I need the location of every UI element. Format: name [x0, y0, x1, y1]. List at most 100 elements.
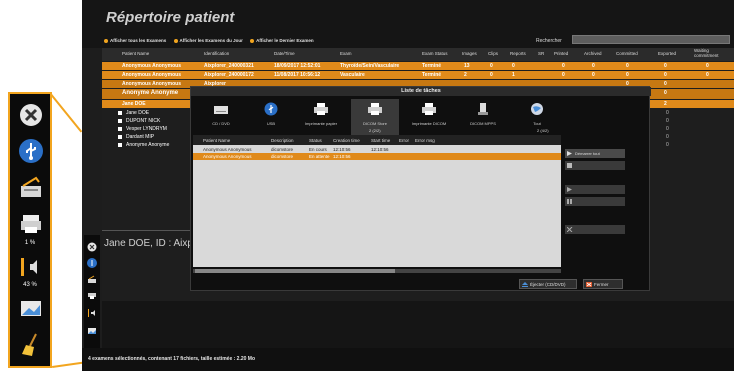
- close-icon[interactable]: [18, 102, 44, 128]
- printer-icon[interactable]: [18, 210, 44, 236]
- cell-images: 13: [464, 63, 470, 69]
- cell-patient-name: DUPONT NICK: [126, 118, 161, 124]
- checkbox-icon: [118, 119, 122, 123]
- col-exam[interactable]: Exam: [340, 51, 352, 56]
- task-patient: Anonymous Anonymous: [203, 154, 252, 159]
- pause-icon: [567, 199, 572, 204]
- usb-icon[interactable]: [87, 255, 97, 268]
- dest-paper-printer[interactable]: Imprimante papier: [297, 99, 345, 135]
- task-row[interactable]: Anonymous Anonymous dicomstore En attent…: [193, 153, 561, 160]
- dest-usb[interactable]: USB: [247, 99, 295, 135]
- task-row[interactable]: Anonymous Anonymous dicomstore En cours …: [193, 146, 561, 153]
- list-item[interactable]: Dardant MIP: [102, 133, 202, 141]
- col-datetime[interactable]: Date/Time: [274, 51, 295, 56]
- cell-patient-name: Dardant MIP: [126, 134, 155, 140]
- col-task-patient[interactable]: Patient Name: [203, 138, 230, 143]
- col-patient-name[interactable]: Patient Name: [122, 51, 149, 56]
- col-task-start[interactable]: Start time: [371, 138, 390, 143]
- list-item[interactable]: Vesper LYNDRYM: [102, 125, 202, 133]
- filter-all-exams[interactable]: Afficher tous les Examens: [104, 38, 166, 43]
- play-icon: [567, 187, 572, 192]
- col-sr[interactable]: SR: [538, 51, 544, 56]
- col-identification[interactable]: Identification: [204, 51, 229, 56]
- col-task-error-msg[interactable]: Error msg: [415, 138, 435, 143]
- eject-label: Éjecter (CD/DVD): [530, 282, 566, 287]
- cell-images: 2: [464, 72, 467, 78]
- col-exported[interactable]: Exported: [658, 51, 676, 56]
- dest-dicom-store[interactable]: DICOM Store 2 (2/2): [351, 99, 399, 135]
- usb-icon[interactable]: [18, 138, 44, 164]
- record-export-icon[interactable]: [87, 271, 97, 283]
- screen-capture-icon[interactable]: [18, 296, 44, 322]
- cell-waiting: 0: [706, 63, 709, 69]
- cell-exported: 0: [664, 90, 667, 96]
- cell-clips: 0: [490, 63, 493, 69]
- filter-today-exams[interactable]: Afficher les Examens du Jour: [173, 38, 243, 43]
- col-archived[interactable]: Archived: [584, 51, 602, 56]
- cell-exported: 0: [664, 72, 667, 78]
- cell-printed: 0: [562, 63, 565, 69]
- cell-exported: 0: [666, 142, 669, 148]
- col-task-status[interactable]: Status: [309, 138, 322, 143]
- start-button[interactable]: [565, 185, 625, 194]
- dicom-store-icon: [367, 102, 383, 116]
- table-row[interactable]: Anonymous Anonymous Aixplorer_240000172 …: [102, 71, 734, 79]
- selection-summary: 4 examens sélectionnés, contenant 17 fic…: [88, 356, 256, 362]
- cell-archived: 0: [592, 63, 595, 69]
- col-images[interactable]: Images: [462, 51, 477, 56]
- dest-dicom-mpps[interactable]: DICOM MPPS: [459, 99, 507, 135]
- status-bar: 4 examens sélectionnés, contenant 17 fic…: [82, 348, 734, 371]
- printer-icon[interactable]: [87, 287, 97, 299]
- search-label: Rechercher: [536, 38, 562, 44]
- delete-button[interactable]: [565, 225, 625, 234]
- col-task-creation[interactable]: Creation time: [333, 138, 360, 143]
- col-waiting-commitment[interactable]: Waiting commitment: [694, 48, 732, 58]
- exam-filters: Afficher tous les Examens Afficher les E…: [104, 38, 320, 43]
- col-exam-status[interactable]: Exam Status: [422, 51, 448, 56]
- cell-archived: 0: [592, 72, 595, 78]
- volume-icon[interactable]: [18, 254, 44, 280]
- cd-icon: [213, 102, 229, 116]
- col-committed[interactable]: Committed: [616, 51, 638, 56]
- cell-exported: 0: [666, 118, 669, 124]
- close-icon[interactable]: [87, 239, 97, 252]
- broom-icon[interactable]: [18, 332, 44, 358]
- scrollbar-thumb[interactable]: [195, 269, 395, 273]
- list-item[interactable]: Anonyme Anonyme: [102, 141, 202, 149]
- cell-exam: Thyroïde/Sein/Vasculaire: [340, 63, 400, 69]
- eject-button[interactable]: Éjecter (CD/DVD): [519, 279, 577, 289]
- close-button[interactable]: Fermer: [583, 279, 623, 289]
- search-input[interactable]: [572, 35, 730, 44]
- dest-dicom-printer[interactable]: Imprimante DICOM: [405, 99, 453, 135]
- cell-committed: 0: [626, 63, 629, 69]
- dest-label: USB: [266, 121, 276, 126]
- start-all-button[interactable]: Démarrer tout: [565, 149, 625, 158]
- col-clips[interactable]: Clips: [488, 51, 498, 56]
- start-all-label: Démarrer tout: [575, 151, 600, 156]
- col-task-description[interactable]: Description: [271, 138, 294, 143]
- pause-button[interactable]: [565, 197, 625, 206]
- cell-patient-name: Vesper LYNDRYM: [126, 126, 167, 132]
- stop-all-button[interactable]: [565, 161, 625, 170]
- list-item[interactable]: Jane DOE: [102, 109, 202, 117]
- dicom-printer-icon: [421, 102, 437, 116]
- filter-last-exam[interactable]: Afficher le Dernier Examen: [250, 38, 314, 43]
- print-progress-text: 1 %: [24, 240, 36, 246]
- screen-capture-icon[interactable]: [87, 323, 97, 334]
- radio-dot-icon: [104, 38, 108, 43]
- dest-cd-dvd[interactable]: CD / DVD: [197, 99, 245, 135]
- record-export-icon[interactable]: [18, 174, 44, 200]
- table-row[interactable]: Anonymous Anonymous Aixplorer_240000321 …: [102, 62, 734, 70]
- checkbox-icon: [118, 143, 122, 147]
- close-icon: [586, 282, 592, 287]
- col-task-error[interactable]: Error: [399, 138, 409, 143]
- callout-leader-bottom: [52, 361, 86, 368]
- list-item[interactable]: DUPONT NICK: [102, 117, 202, 125]
- col-printed[interactable]: Printed: [554, 51, 568, 56]
- col-reports[interactable]: Reports: [510, 51, 526, 56]
- dest-all[interactable]: Tout 2 (4/2): [513, 99, 561, 135]
- horizontal-scrollbar[interactable]: [193, 269, 561, 273]
- dest-label: DICOM MPPS: [470, 121, 496, 126]
- sidebar-callout: 1 % 43 %: [8, 92, 52, 368]
- volume-icon[interactable]: [87, 305, 97, 317]
